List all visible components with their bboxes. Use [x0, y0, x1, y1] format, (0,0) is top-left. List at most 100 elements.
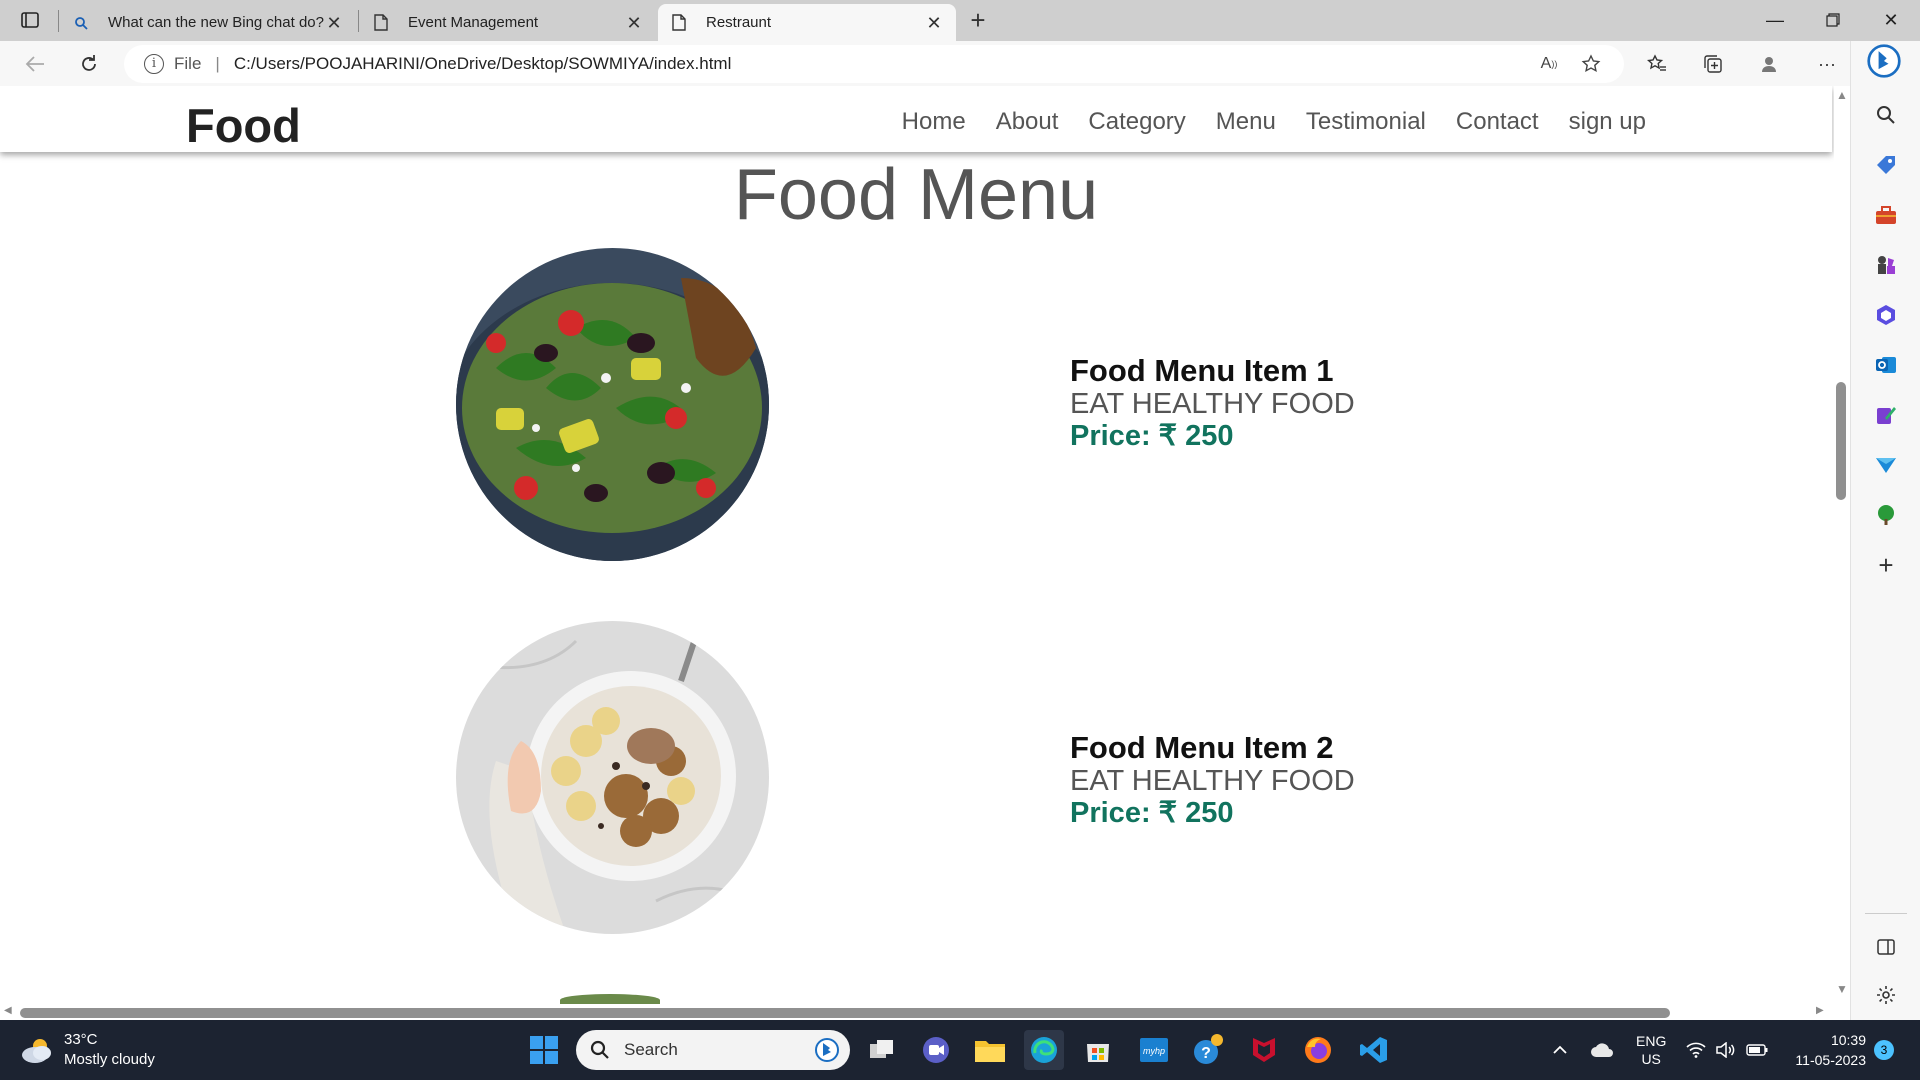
nav-category[interactable]: Category	[1088, 108, 1185, 136]
firefox-icon[interactable]	[1298, 1030, 1338, 1070]
menu-item-price: Price: ₹ 250	[1070, 797, 1234, 829]
show-hidden-icons-chevron-up-icon[interactable]	[1552, 1020, 1568, 1080]
scrollbar-thumb[interactable]	[20, 1008, 1670, 1018]
bing-chat-icon[interactable]	[1866, 43, 1902, 79]
address-bar[interactable]: i File | C:/Users/POOJAHARINI/OneDrive/D…	[124, 45, 1624, 83]
weather-description: Mostly cloudy	[64, 1051, 155, 1068]
get-help-icon[interactable]: ?	[1188, 1030, 1228, 1070]
minimize-button[interactable]: —	[1746, 0, 1804, 40]
taskbar-search[interactable]: Search	[576, 1030, 850, 1070]
restore-icon	[1826, 13, 1840, 27]
close-icon[interactable]: ✕	[924, 13, 944, 33]
profile-icon	[1762, 57, 1776, 72]
settings-more-button[interactable]: ···	[1810, 47, 1844, 81]
nav-home[interactable]: Home	[902, 108, 966, 136]
tab-title: Restraunt	[706, 14, 772, 31]
volume-icon[interactable]	[1716, 1020, 1736, 1080]
scroll-up-icon[interactable]: ▲	[1836, 88, 1848, 102]
vertical-scrollbar[interactable]: ▲ ▼	[1832, 86, 1850, 1008]
tab-actions-button[interactable]	[14, 8, 46, 32]
new-tab-button[interactable]: +	[963, 6, 993, 36]
vscode-icon[interactable]	[1354, 1030, 1394, 1070]
edge-sidebar: +	[1850, 41, 1920, 1020]
page-icon	[372, 14, 390, 32]
hide-sidebar-icon[interactable]	[1868, 929, 1904, 965]
myhp-icon[interactable]: myhp	[1134, 1030, 1174, 1070]
task-view-icon[interactable]	[862, 1030, 902, 1070]
tree-icon[interactable]	[1868, 497, 1904, 533]
info-icon[interactable]: i	[144, 54, 164, 74]
nav-contact[interactable]: Contact	[1456, 108, 1539, 136]
section-title: Food Menu	[733, 155, 1099, 235]
tools-briefcase-icon[interactable]	[1868, 197, 1904, 233]
language-code: ENG	[1636, 1033, 1667, 1049]
weather-widget[interactable]: 33°C Mostly cloudy	[20, 1030, 155, 1070]
url-text[interactable]: C:/Users/POOJAHARINI/OneDrive/Desktop/SO…	[234, 54, 732, 74]
tab-bing-chat[interactable]: What can the new Bing chat do? ✕	[60, 4, 356, 41]
scroll-right-icon[interactable]: ▶	[1816, 1005, 1824, 1016]
add-favorite-icon[interactable]	[1576, 49, 1606, 79]
start-button[interactable]	[524, 1030, 564, 1070]
close-window-button[interactable]: ✕	[1862, 0, 1920, 40]
wifi-icon[interactable]	[1686, 1020, 1706, 1080]
horizontal-scrollbar[interactable]: ◀ ▶	[0, 1004, 1834, 1020]
nav-about[interactable]: About	[996, 108, 1059, 136]
page-icon	[670, 14, 688, 32]
restore-button[interactable]	[1804, 0, 1862, 40]
profile-button[interactable]	[1752, 47, 1786, 81]
battery-icon[interactable]	[1746, 1020, 1768, 1080]
outlook-icon[interactable]	[1868, 347, 1904, 383]
input-language-indicator[interactable]: ENG US	[1636, 1020, 1666, 1080]
search-icon	[590, 1040, 609, 1059]
clock-date: 11-05-2023	[1795, 1052, 1866, 1068]
add-sidebar-app-icon[interactable]: +	[1868, 547, 1904, 583]
games-chess-icon[interactable]	[1868, 247, 1904, 283]
edge-browser-icon[interactable]	[1024, 1030, 1064, 1070]
designer-icon[interactable]	[1868, 397, 1904, 433]
microsoft-store-icon[interactable]	[1078, 1030, 1118, 1070]
tab-separator	[358, 10, 359, 32]
microsoft-365-icon[interactable]	[1868, 297, 1904, 333]
windows-taskbar: 33°C Mostly cloudy Search myhp ? ENG US …	[0, 1020, 1920, 1080]
scroll-down-icon[interactable]: ▼	[1836, 982, 1848, 996]
scrollbar-thumb[interactable]	[1836, 382, 1846, 500]
close-icon[interactable]: ✕	[624, 13, 644, 33]
nav-sign-up[interactable]: sign up	[1569, 108, 1646, 136]
tab-restraunt[interactable]: Restraunt ✕	[658, 4, 956, 41]
tab-strip: What can the new Bing chat do? ✕ Event M…	[0, 0, 1920, 41]
nav-testimonial[interactable]: Testimonial	[1306, 108, 1426, 136]
search-icon	[72, 14, 90, 32]
refresh-button[interactable]	[72, 47, 106, 81]
close-icon[interactable]: ✕	[324, 13, 344, 33]
sidebar-settings-gear-icon[interactable]	[1868, 977, 1904, 1013]
sidebar-divider	[1865, 913, 1907, 914]
menu-item-info: Food Menu Item 1 EAT HEALTHY FOOD Price:…	[1070, 354, 1355, 453]
svg-text:?: ?	[1201, 1045, 1211, 1062]
back-button[interactable]	[18, 47, 52, 81]
favorites-button[interactable]	[1640, 47, 1674, 81]
tab-title: Event Management	[408, 14, 539, 31]
read-aloud-icon[interactable]: A))	[1534, 49, 1564, 79]
search-icon[interactable]	[1868, 97, 1904, 133]
onedrive-cloud-icon[interactable]	[1590, 1020, 1614, 1080]
oatmeal-bowl-photo	[456, 621, 769, 934]
scroll-left-icon[interactable]: ◀	[4, 1005, 12, 1016]
nav-menu[interactable]: Menu	[1216, 108, 1276, 136]
weather-temperature: 33°C	[64, 1031, 98, 1048]
bing-icon	[815, 1038, 839, 1062]
menu-item-name: Food Menu Item 2	[1070, 730, 1334, 765]
mcafee-icon[interactable]	[1244, 1030, 1284, 1070]
collections-button[interactable]	[1696, 47, 1730, 81]
notification-badge[interactable]: 3	[1874, 1040, 1894, 1060]
salad-photo	[456, 248, 769, 561]
shopping-tag-icon[interactable]	[1868, 147, 1904, 183]
tab-event-management[interactable]: Event Management ✕	[360, 4, 656, 41]
file-explorer-icon[interactable]	[970, 1030, 1010, 1070]
site-logo[interactable]: Food	[186, 98, 301, 153]
back-arrow-icon	[25, 56, 44, 72]
svg-text:myhp: myhp	[1143, 1046, 1165, 1056]
teams-chat-icon[interactable]	[916, 1030, 956, 1070]
menu-item-description: EAT HEALTHY FOOD	[1070, 388, 1355, 420]
send-drop-icon[interactable]	[1868, 447, 1904, 483]
system-clock[interactable]: 10:39 11-05-2023	[1784, 1030, 1866, 1070]
